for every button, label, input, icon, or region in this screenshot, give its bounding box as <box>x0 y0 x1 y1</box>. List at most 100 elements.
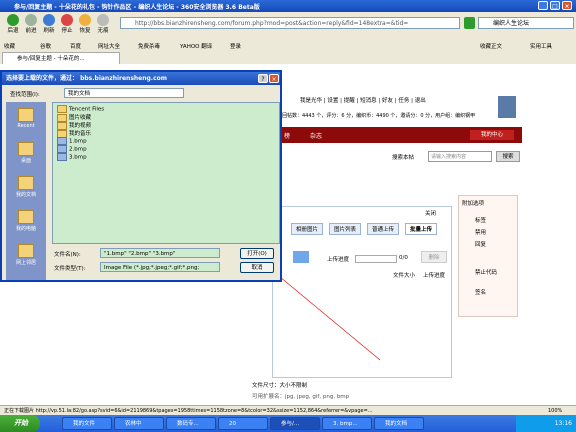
messages-link[interactable]: 短消息 <box>360 98 377 104</box>
tab-strip: 参与/回复主题 - 十朵花的... <box>0 51 576 65</box>
place-recent[interactable]: Recent <box>6 108 46 129</box>
folder-icon <box>57 105 67 113</box>
search-label: 搜索本帖 <box>392 155 415 161</box>
tab-current[interactable]: 参与/回复主题 - 十朵花的... <box>2 52 120 64</box>
minimize-button[interactable]: _ <box>538 1 548 10</box>
go-button[interactable] <box>464 17 475 29</box>
file-list: Tencent Files 图片收藏 我的视频 我的音乐 1.bmp 2.bmp… <box>52 102 280 244</box>
stop-icon <box>61 14 73 26</box>
tab-album[interactable]: 相册图片 <box>291 223 323 235</box>
upload-count: 0/0 <box>399 255 408 261</box>
fav-item[interactable]: 登录 <box>230 42 241 50</box>
help-button[interactable]: ? <box>258 74 268 83</box>
taskbar-item[interactable]: 3. bmp... <box>322 417 372 430</box>
sidebar-item[interactable]: 签名 <box>475 288 486 296</box>
taskbar-item[interactable]: 20 <box>218 417 268 430</box>
back-arrow-icon <box>7 14 19 26</box>
username-link[interactable]: 我是光华 <box>300 98 322 104</box>
tab-normal-upload[interactable]: 普通上传 <box>367 223 399 235</box>
sidebar-item[interactable]: 禁用 <box>475 228 486 236</box>
search-input[interactable]: 编织人生论坛 <box>478 17 574 29</box>
list-item[interactable]: 3.bmp <box>57 153 87 161</box>
folder-nav-icons[interactable] <box>188 88 248 98</box>
start-button[interactable]: 开始 <box>0 415 40 432</box>
browser-toolbar: 后退 前进 刷新 停止 恢复 无痕 http://bbs.bianzhirens… <box>0 12 576 41</box>
window-titlebar: 参与/回复主题 - 十朵花的礼包 - 钩针作品区 - 编织人生论坛 - 360安… <box>0 0 576 12</box>
fav-item[interactable]: 免费杀毒 <box>138 42 160 50</box>
recent-icon <box>18 108 34 122</box>
taskbar: 开始 我的文件 农林中 数码专... 20 参与/... 3. bmp... 我… <box>0 415 576 432</box>
close-button[interactable]: × <box>562 1 572 10</box>
nav-item[interactable]: 榜 <box>284 131 290 140</box>
list-item[interactable]: 1.bmp <box>57 137 87 145</box>
close-link[interactable]: 关闭 <box>425 209 436 217</box>
taskbar-item[interactable]: 农林中 <box>114 417 164 430</box>
taskbar-item[interactable]: 我的文件 <box>62 417 112 430</box>
lookin-label: 查找范围(I): <box>10 92 40 98</box>
open-button[interactable]: 打开(O) <box>240 248 274 259</box>
settings-link[interactable]: 设置 <box>327 98 338 104</box>
sidebar-item[interactable]: 禁止代码 <box>475 268 497 276</box>
fav-item[interactable]: 网址大全 <box>98 42 120 50</box>
filename-input[interactable]: "1.bmp" "2.bmp" "3.bmp" <box>100 248 220 258</box>
user-stats: 回帖数：4443 个，评分：6 分，编织币：4490 个，邀请分：0 分，用户组… <box>282 113 476 119</box>
taskbar-item[interactable]: 参与/... <box>270 417 320 430</box>
dialog-title: 选择要上载的文件，通过： bbs.bianzhirensheng.com <box>2 72 280 85</box>
place-my-computer[interactable]: 我的电脑 <box>6 210 46 232</box>
places-bar: Recent 桌面 我的文档 我的电脑 网上邻居 <box>6 102 46 280</box>
system-tray: 13:16 <box>516 415 576 432</box>
fav-item[interactable]: 百度 <box>70 42 81 50</box>
place-my-documents[interactable]: 我的文档 <box>6 176 46 198</box>
file-size-note: 文件尺寸：大小不限制 <box>252 383 308 389</box>
address-bar[interactable]: http://bbs.bianzhirensheng.com/forum.php… <box>120 17 460 29</box>
fav-item[interactable]: YAHOO 翻译 <box>180 42 212 50</box>
place-desktop[interactable]: 桌面 <box>6 142 46 164</box>
avatar[interactable] <box>498 96 516 118</box>
fav-item[interactable]: 谷歌 <box>40 42 51 50</box>
col-file-size: 文件大小 <box>393 273 416 279</box>
lookin-select[interactable]: 我的文档 <box>64 88 184 98</box>
list-item[interactable]: Tencent Files <box>57 105 104 113</box>
taskbar-item[interactable]: 数码专... <box>166 417 216 430</box>
sidebar-item[interactable]: 回复 <box>475 240 486 248</box>
network-icon <box>18 244 34 258</box>
fav-right-item[interactable]: 收藏正文 <box>480 42 502 50</box>
fav-item[interactable]: 收藏 <box>4 42 15 50</box>
sidebar-item[interactable]: 标签 <box>475 216 486 224</box>
incognito-icon <box>97 14 109 26</box>
filetype-select[interactable]: Image File (*.jpg;*.jpeg;*.gif;*.png; <box>100 262 220 272</box>
image-file-icon <box>57 153 67 161</box>
nav-item[interactable]: 杂志 <box>310 131 322 140</box>
clock: 13:16 <box>554 420 572 427</box>
desktop-icon <box>18 142 34 156</box>
cancel-button[interactable]: 取消 <box>240 262 274 273</box>
my-center-button[interactable]: 我的中心 <box>470 130 514 140</box>
user-links: 我是光华 | 设置 | 提醒 | 短消息 | 好友 | 任务 | 退出 <box>300 98 426 104</box>
maximize-button[interactable]: □ <box>550 1 560 10</box>
forum-search-button[interactable]: 搜索 <box>496 151 520 162</box>
friends-link[interactable]: 好友 <box>382 98 393 104</box>
fav-right-item[interactable]: 实用工具 <box>530 42 552 50</box>
col-upload-progress: 上传进度 <box>423 273 446 279</box>
restore-icon <box>79 14 91 26</box>
image-file-icon <box>57 137 67 145</box>
place-network[interactable]: 网上邻居 <box>6 244 46 266</box>
undo-button[interactable]: 无痕 <box>92 14 114 34</box>
main-nav-bar: 榜 杂志 我的中心 <box>282 127 522 143</box>
dialog-close-button[interactable]: × <box>269 74 279 83</box>
filename-label: 文件名(N): <box>54 252 81 258</box>
tab-batch-upload[interactable]: 批量上传 <box>405 223 437 235</box>
forum-search-input[interactable]: 请输入搜索内容 <box>428 151 492 162</box>
tasks-link[interactable]: 任务 <box>398 98 409 104</box>
sidebar-title: 附加选项 <box>462 201 485 207</box>
computer-icon <box>18 210 34 224</box>
tab-image-list[interactable]: 图片列表 <box>329 223 361 235</box>
notice-link[interactable]: 提醒 <box>344 98 355 104</box>
folder-icon <box>18 176 34 190</box>
list-item[interactable]: 2.bmp <box>57 145 87 153</box>
delete-button[interactable]: 删除 <box>421 251 447 263</box>
logout-link[interactable]: 退出 <box>415 98 426 104</box>
filetype-label: 文件类型(T): <box>54 266 86 272</box>
refresh-icon <box>43 14 55 26</box>
taskbar-item[interactable]: 我的文档 <box>374 417 424 430</box>
